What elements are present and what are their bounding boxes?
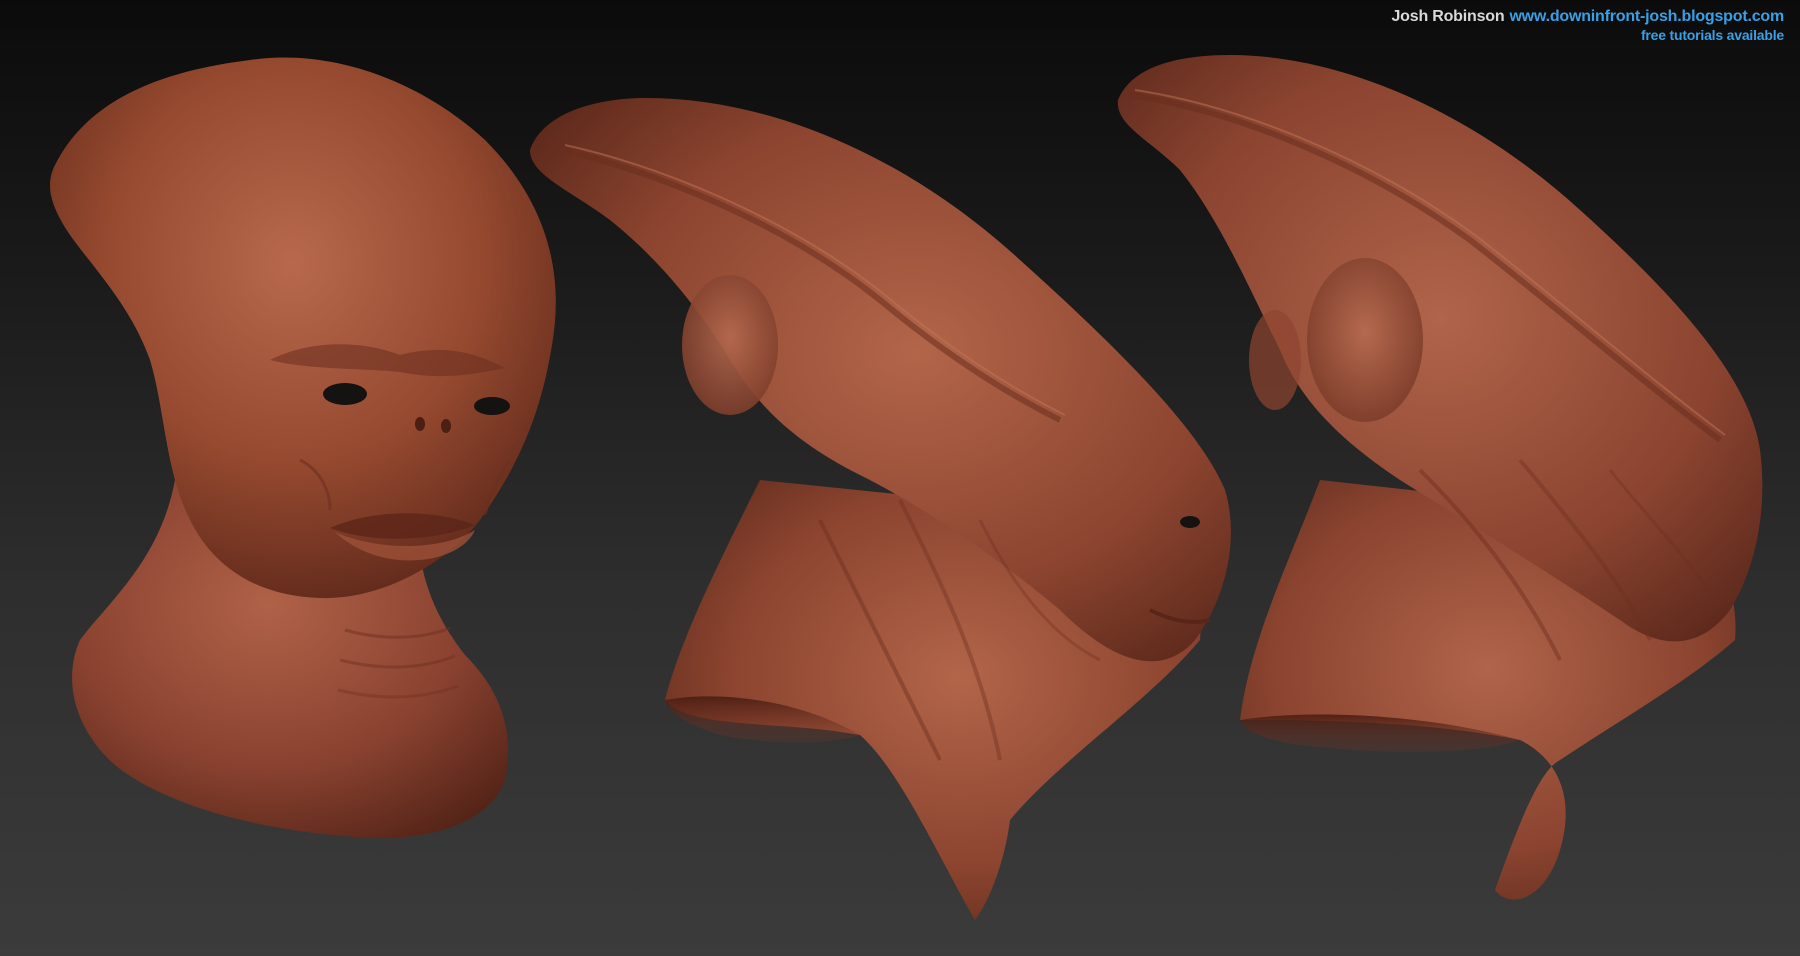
front-head — [50, 57, 556, 599]
sculpt-renders — [50, 55, 1763, 920]
front-nostril-left — [415, 417, 425, 431]
front-right-eye — [474, 397, 510, 415]
side-eye — [1180, 516, 1200, 528]
front-left-eye — [323, 383, 367, 405]
render-canvas: Josh Robinson www.downinfront-josh.blogsp… — [0, 0, 1800, 956]
side-view-bust — [530, 97, 1231, 920]
front-view-bust — [50, 57, 556, 838]
back-ear-inner — [1249, 310, 1301, 410]
front-nostril-right — [441, 419, 451, 433]
back-ear — [1307, 258, 1423, 422]
side-ear — [682, 275, 778, 415]
